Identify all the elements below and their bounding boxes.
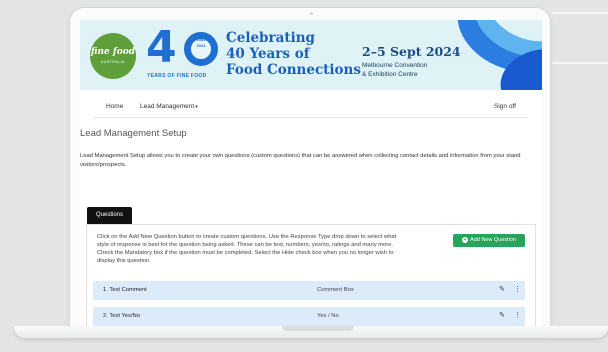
nav-lead-management[interactable]: Lead Management▾	[140, 103, 198, 110]
page-title: Lead Management Setup	[80, 128, 187, 139]
tab-questions[interactable]: Questions	[87, 207, 132, 224]
celebrate-line: Food Connections	[226, 62, 361, 78]
laptop-base	[14, 326, 608, 338]
event-banner: fine food AUSTRALIA 4 1984 2024 YEARS OF…	[80, 20, 542, 90]
celebrate-line: 40 Years of	[226, 46, 310, 62]
celebrate-line: Celebrating	[226, 30, 315, 46]
question-name: 1. Test Comment	[103, 287, 147, 293]
venue-line: & Exhibition Centre	[362, 71, 418, 78]
years-end: 2024	[196, 43, 206, 48]
venue-line: Melbourne Convention	[362, 62, 428, 69]
add-new-question-label: Add New Question	[470, 237, 516, 243]
nav-lead-management-label: Lead Management	[140, 103, 195, 110]
vertical-ellipsis-icon[interactable]: ⋮	[514, 311, 521, 319]
sign-off-link[interactable]: Sign off	[494, 103, 516, 110]
questions-panel: Click on the Add New Question button to …	[86, 224, 536, 326]
camera-icon	[310, 12, 313, 15]
question-row[interactable]: 1. Test Comment Comment Box ✎ ⋮	[93, 281, 525, 300]
event-venue: Melbourne Convention & Exhibition Centre	[362, 61, 427, 79]
question-row[interactable]: 2. Test Yes/No Yes / No ✎ ⋮	[93, 307, 525, 326]
anniversary-number: 4	[146, 22, 177, 73]
background-line	[552, 12, 608, 14]
plus-circle-icon: +	[462, 237, 469, 243]
edit-icon[interactable]: ✎	[499, 285, 505, 293]
nav-home[interactable]: Home	[106, 103, 123, 110]
add-new-question-button[interactable]: + Add New Question	[453, 234, 525, 247]
help-text: Click on the Add New Question button to …	[97, 234, 397, 264]
logo-text: fine food	[90, 47, 136, 57]
page-description: Lead Management Setup allows you to crea…	[80, 153, 521, 168]
screen: fine food AUSTRALIA 4 1984 2024 YEARS OF…	[80, 20, 542, 326]
celebrate-text: Celebrating 40 Years of Food Connections	[226, 30, 361, 78]
anniversary-years: 1984 2024	[184, 37, 218, 49]
event-date: 2–5 Sept 2024	[362, 44, 461, 59]
laptop-notch	[282, 326, 354, 331]
years-of-fine-food: YEARS OF FINE FOOD	[147, 73, 207, 79]
top-nav: Home Lead Management▾ Sign off	[94, 96, 528, 118]
question-type: Yes / No	[317, 313, 339, 319]
question-type: Comment Box	[317, 287, 354, 293]
fine-food-logo: fine food AUSTRALIA	[90, 33, 136, 79]
caret-down-icon: ▾	[195, 104, 198, 110]
edit-icon[interactable]: ✎	[499, 311, 505, 319]
question-name: 2. Test Yes/No	[103, 313, 140, 319]
vertical-ellipsis-icon[interactable]: ⋮	[514, 285, 521, 293]
background-line	[552, 62, 608, 64]
logo-subtext: AUSTRALIA	[101, 60, 125, 64]
